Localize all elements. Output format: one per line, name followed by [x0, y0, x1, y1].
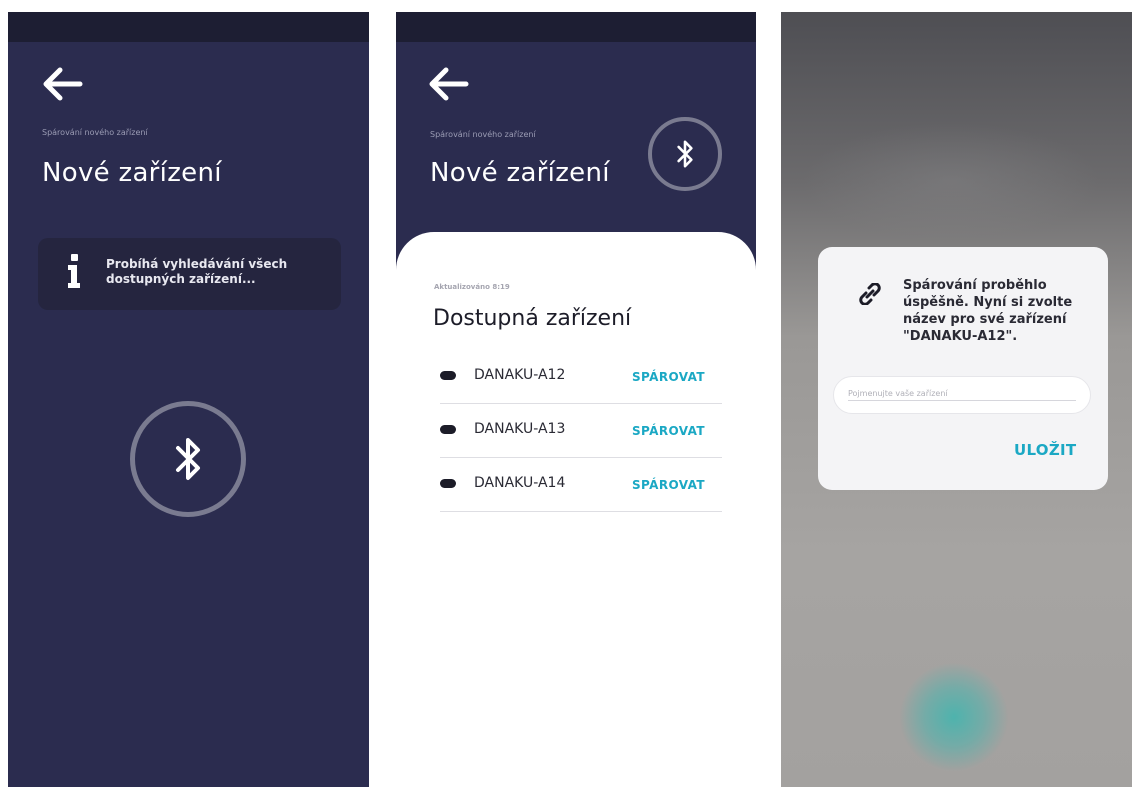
dialog-message: Spárování proběhlo úspěšně. Nyní si zvol… — [903, 278, 1073, 344]
bluetooth-icon — [176, 438, 200, 480]
save-button[interactable]: ULOŽIT — [1014, 441, 1076, 459]
device-icon — [440, 479, 456, 488]
screen-name-device: Spárování proběhlo úspěšně. Nyní si zvol… — [781, 12, 1132, 787]
device-icon — [440, 425, 456, 434]
device-list-sheet: Aktualizováno 8:19 Dostupná zařízení DAN… — [396, 232, 756, 787]
device-row: DANAKU-A14 SPÁROVAT — [440, 458, 722, 512]
pair-button[interactable]: SPÁROVAT — [632, 370, 705, 384]
bluetooth-indicator — [648, 117, 722, 191]
page-subtitle: Spárování nového zařízení — [430, 130, 536, 139]
blurred-background — [801, 122, 1101, 242]
device-row: DANAKU-A13 SPÁROVAT — [440, 404, 722, 458]
back-button[interactable] — [40, 64, 84, 104]
screen-searching: Spárování nového zařízení Nové zařízení … — [8, 12, 369, 787]
device-name: DANAKU-A12 — [474, 367, 566, 383]
page-title: Nové zařízení — [430, 158, 610, 188]
bluetooth-indicator — [130, 401, 246, 517]
back-arrow-icon — [429, 67, 469, 101]
device-icon — [440, 371, 456, 380]
page-title: Nové zařízení — [42, 158, 222, 188]
status-bar — [8, 12, 369, 42]
back-button[interactable] — [426, 64, 470, 104]
info-icon — [68, 254, 80, 288]
device-name: DANAKU-A13 — [474, 421, 566, 437]
bluetooth-icon — [677, 140, 693, 168]
device-name-input[interactable] — [848, 389, 1076, 401]
pair-button[interactable]: SPÁROVAT — [632, 424, 705, 438]
blurred-background-glow — [899, 662, 1009, 772]
screen-device-list: Spárování nového zařízení Nové zařízení … — [396, 12, 756, 787]
device-name-field[interactable] — [833, 376, 1091, 414]
device-row: DANAKU-A12 SPÁROVAT — [440, 350, 722, 404]
pair-button[interactable]: SPÁROVAT — [632, 478, 705, 492]
link-icon — [859, 283, 881, 305]
device-name: DANAKU-A14 — [474, 475, 566, 491]
status-bar — [396, 12, 756, 42]
pairing-success-dialog: Spárování proběhlo úspěšně. Nyní si zvol… — [818, 247, 1108, 490]
back-arrow-icon — [43, 67, 83, 101]
page-subtitle: Spárování nového zařízení — [42, 128, 148, 137]
info-card: Probíhá vyhledávání všech dostupných zař… — [38, 238, 341, 310]
searching-status-text: Probíhá vyhledávání všech dostupných zař… — [106, 257, 288, 286]
list-title: Dostupná zařízení — [433, 306, 632, 331]
updated-timestamp: Aktualizováno 8:19 — [434, 283, 510, 291]
